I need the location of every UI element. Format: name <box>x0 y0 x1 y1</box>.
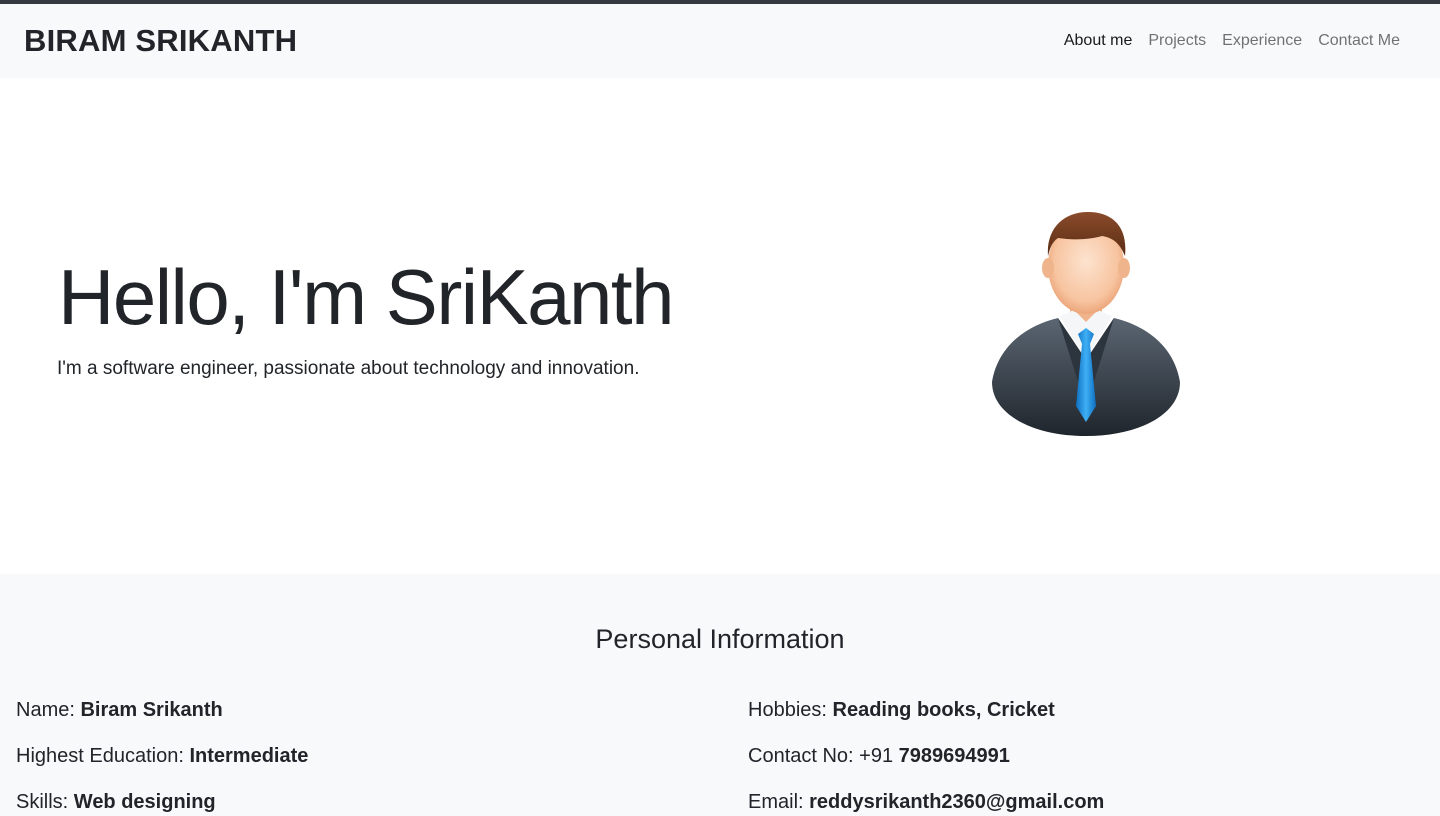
info-label: Name: <box>16 699 75 721</box>
brand-logo[interactable]: BIRAM SRIKANTH <box>24 23 297 59</box>
personal-info-section: Personal Information Name: Biram Srikant… <box>0 574 1440 816</box>
info-value: Reading books, Cricket <box>832 699 1055 721</box>
hero-subtitle: I'm a software engineer, passionate abou… <box>57 358 640 379</box>
businessman-avatar-icon <box>992 212 1180 436</box>
nav-link-about-me[interactable]: About me <box>1056 24 1140 58</box>
nav-link-projects[interactable]: Projects <box>1140 24 1214 58</box>
info-value: 7989694991 <box>898 745 1010 767</box>
info-label: Highest Education: <box>16 745 184 767</box>
info-value: reddysrikanth2360@gmail.com <box>809 791 1105 813</box>
info-label: Email: <box>748 791 804 813</box>
info-label: Skills: <box>16 791 69 813</box>
nav-links: About me Projects Experience Contact Me <box>1056 24 1408 58</box>
info-value: Intermediate <box>189 745 309 767</box>
info-row-contact: Contact No: +91 7989694991 <box>748 744 1104 790</box>
info-label: Contact No: +91 <box>748 745 894 767</box>
personal-info-title: Personal Information <box>595 624 845 654</box>
info-row-education: Highest Education: Intermediate <box>16 744 308 790</box>
info-label: Hobbies: <box>748 699 827 721</box>
info-row-name: Name: Biram Srikanth <box>16 698 308 744</box>
personal-info-left-column: Name: Biram Srikanth Highest Education: … <box>16 698 308 816</box>
nav-link-contact-me[interactable]: Contact Me <box>1310 24 1408 58</box>
info-row-skills: Skills: Web designing <box>16 790 308 816</box>
info-value: Web designing <box>73 791 216 813</box>
personal-info-right-column: Hobbies: Reading books, Cricket Contact … <box>748 698 1104 816</box>
hero-title: Hello, I'm SriKanth <box>58 253 674 341</box>
hero-section: Hello, I'm SriKanth I'm a software engin… <box>0 78 1440 574</box>
info-row-email: Email: reddysrikanth2360@gmail.com <box>748 790 1104 816</box>
info-value: Biram Srikanth <box>80 699 223 721</box>
info-row-hobbies: Hobbies: Reading books, Cricket <box>748 698 1104 744</box>
nav-link-experience[interactable]: Experience <box>1214 24 1310 58</box>
navbar: BIRAM SRIKANTH About me Projects Experie… <box>0 4 1440 78</box>
